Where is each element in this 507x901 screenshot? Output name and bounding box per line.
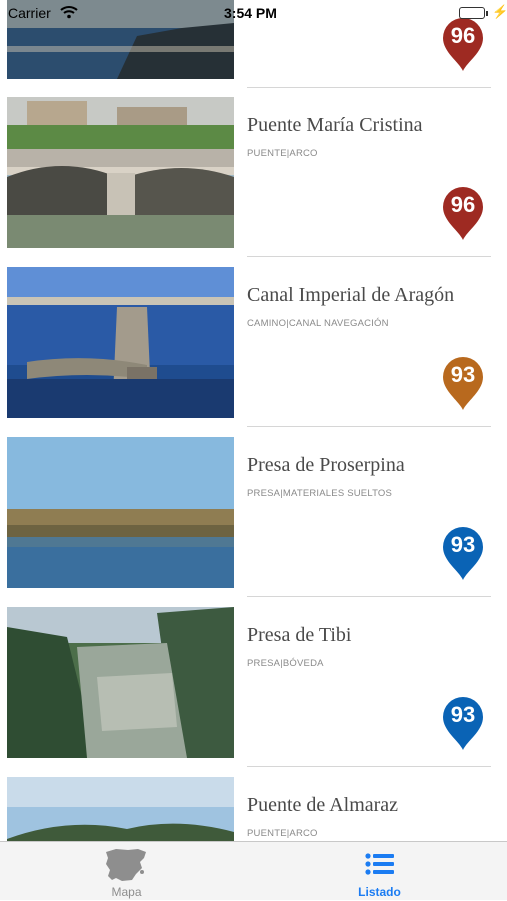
tab-label: Mapa <box>111 885 142 899</box>
status-bar: Carrier 3:54 PM ⚡ <box>0 0 507 28</box>
thumbnail-image <box>7 97 234 248</box>
score-pin: 93 <box>441 525 485 581</box>
wifi-icon <box>60 5 78 22</box>
thumbnail-image <box>7 437 234 588</box>
item-title: Puente de Almaraz <box>247 794 399 816</box>
item-title: Presa de Tibi <box>247 624 352 646</box>
charging-icon: ⚡ <box>492 4 507 19</box>
list-item[interactable]: Canal Imperial de Aragón CAMINO|CANAL NA… <box>0 257 507 427</box>
list-item[interactable]: Puente María Cristina PUENTE|ARCO 96 <box>0 87 507 257</box>
list-item[interactable]: Puente de Almaraz PUENTE|ARCO <box>0 767 507 841</box>
tab-listado[interactable]: Listado <box>253 842 506 901</box>
thumbnail-image <box>7 777 234 841</box>
monument-list[interactable]: 96 Puente María Cristina PUENTE|ARCO 96 … <box>0 0 507 841</box>
tab-mapa[interactable]: Mapa <box>0 842 253 901</box>
score-value: 93 <box>450 532 476 557</box>
clock: 3:54 PM <box>224 5 277 21</box>
thumbnail-image <box>7 267 234 418</box>
item-title: Puente María Cristina <box>247 114 423 136</box>
thumbnail-image <box>7 607 234 758</box>
score-value: 96 <box>450 192 476 217</box>
item-subtitle: PUENTE|ARCO <box>247 828 318 839</box>
score-value: 93 <box>450 362 476 387</box>
list-icon <box>365 853 395 880</box>
item-subtitle: PUENTE|ARCO <box>247 148 318 159</box>
item-subtitle: PRESA|BÓVEDA <box>247 658 324 669</box>
tab-bar: Mapa Listado <box>0 841 507 900</box>
battery-tip <box>486 11 488 16</box>
tab-label: Listado <box>358 885 401 899</box>
item-title: Canal Imperial de Aragón <box>247 284 455 306</box>
score-value: 93 <box>450 702 476 727</box>
list-item[interactable]: Presa de Proserpina PRESA|MATERIALES SUE… <box>0 427 507 597</box>
carrier-label: Carrier <box>8 5 51 21</box>
score-pin: 96 <box>441 185 485 241</box>
item-title: Presa de Proserpina <box>247 454 405 476</box>
list-item[interactable]: Presa de Tibi PRESA|BÓVEDA 93 <box>0 597 507 767</box>
battery-icon <box>459 7 485 19</box>
item-subtitle: CAMINO|CANAL NAVEGACIÓN <box>247 318 389 329</box>
score-pin: 93 <box>441 695 485 751</box>
spain-map-icon <box>102 846 150 889</box>
score-pin: 93 <box>441 355 485 411</box>
item-subtitle: PRESA|MATERIALES SUELTOS <box>247 488 393 499</box>
